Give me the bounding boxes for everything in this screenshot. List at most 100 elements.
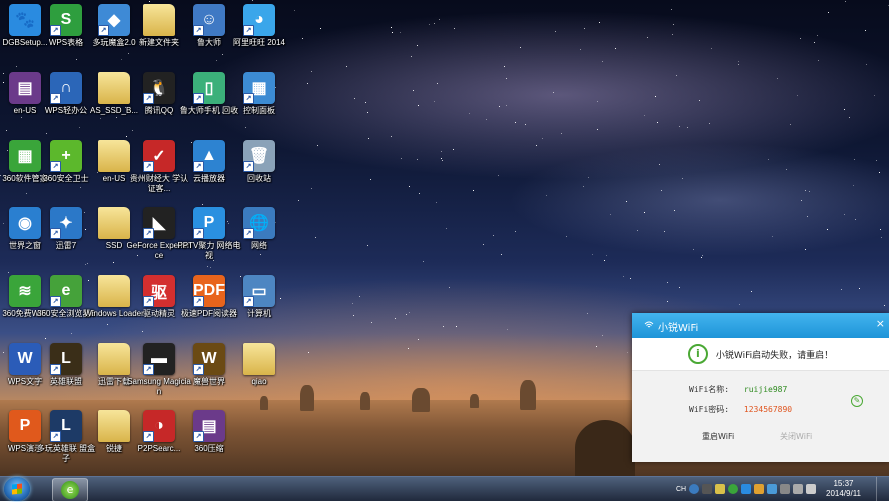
star <box>702 254 704 256</box>
rock-pinnacle <box>470 394 479 408</box>
star <box>806 215 808 217</box>
star <box>315 236 317 238</box>
restart-wifi-button[interactable]: 重启WiFi <box>702 431 734 442</box>
star <box>627 352 629 354</box>
star <box>637 230 639 232</box>
app-icon: ◣ ↗ <box>143 207 175 239</box>
close-wifi-button[interactable]: 关闭WiFi <box>780 431 812 442</box>
volume-icon[interactable] <box>806 484 817 494</box>
edit-icon[interactable]: ✎ <box>851 395 863 407</box>
star <box>210 267 212 269</box>
shortcut-arrow-icon: ↗ <box>243 296 254 307</box>
star <box>259 253 261 255</box>
star <box>672 34 674 36</box>
star <box>866 63 868 65</box>
keyboard-icon[interactable] <box>702 484 713 494</box>
show-desktop-button[interactable] <box>876 477 889 501</box>
app-icon: 🌐 ↗ <box>243 207 275 239</box>
network-icon[interactable] <box>780 484 791 494</box>
star <box>141 331 143 333</box>
star <box>864 29 866 31</box>
app-icon: + ↗ <box>50 140 82 172</box>
wifi-password-value: 1234567890 <box>743 405 793 414</box>
star <box>554 31 556 33</box>
tray-app-icon[interactable] <box>767 484 778 494</box>
star <box>411 56 413 58</box>
app-icon: ▤ ↗ <box>193 410 225 442</box>
app-icon: e ↗ <box>50 275 82 307</box>
star <box>596 345 598 347</box>
close-icon[interactable]: × <box>876 317 885 330</box>
star <box>445 227 447 229</box>
app-icon: ▯ ↗ <box>193 72 225 104</box>
shortcut-arrow-icon: ↗ <box>193 296 204 307</box>
popup-body: WiFi名称: ruijie987 WiFi密码: 1234567890 ✎ 重… <box>632 371 889 462</box>
popup-message-row: i 小锐WiFi启动失败，请重启！ <box>632 338 889 371</box>
star <box>698 100 700 102</box>
popup-header: 小锐WiFi × <box>632 313 889 338</box>
star <box>7 272 9 274</box>
desktop-icon[interactable]: ▤ ↗ 360压缩 <box>176 410 242 454</box>
star <box>422 261 424 263</box>
star <box>659 164 661 166</box>
star <box>473 190 475 192</box>
star <box>587 176 589 178</box>
app-icon: ▬ ↗ <box>143 343 175 375</box>
star <box>840 288 842 290</box>
app-icon: ◕ ↗ <box>243 4 275 36</box>
star <box>252 0 254 1</box>
star <box>319 27 321 29</box>
app-icon: 🗑 ↗ <box>243 140 275 172</box>
desktop-icon[interactable]: ▦ ↗ 控制面板 <box>226 72 292 116</box>
rock-pinnacle <box>412 388 430 412</box>
shortcut-arrow-icon: ↗ <box>193 161 204 172</box>
desktop-icon[interactable]: ◕ ↗ 阿里旺旺 2014 <box>226 4 292 48</box>
star <box>345 66 347 68</box>
star <box>506 77 508 79</box>
360-tray-icon[interactable] <box>728 484 739 494</box>
clock[interactable]: 15:37 2014/9/11 <box>826 479 861 499</box>
star <box>629 277 631 279</box>
star <box>520 47 522 49</box>
warning-icon[interactable] <box>754 484 765 494</box>
tray-app-icon[interactable] <box>715 484 726 494</box>
star <box>121 59 123 61</box>
star <box>215 59 217 61</box>
star <box>506 105 508 107</box>
shortcut-arrow-icon: ↗ <box>50 25 61 36</box>
star <box>456 325 458 327</box>
star <box>614 48 616 50</box>
star <box>655 96 657 98</box>
info-icon: i <box>687 344 708 364</box>
desktop-icon[interactable]: qiao <box>226 343 292 387</box>
shortcut-arrow-icon: ↗ <box>143 431 154 442</box>
star <box>768 158 770 160</box>
flag-icon[interactable] <box>793 484 804 494</box>
star <box>583 186 585 188</box>
star <box>79 126 81 128</box>
star <box>605 254 607 256</box>
star <box>542 138 544 140</box>
star <box>591 253 593 255</box>
shortcut-arrow-icon: ↗ <box>143 296 154 307</box>
shortcut-arrow-icon: ↗ <box>98 25 109 36</box>
star <box>400 32 402 34</box>
star <box>503 65 505 67</box>
star <box>553 91 555 93</box>
desktop-icon[interactable]: ▭ ↗ 计算机 <box>226 275 292 319</box>
app-icon: PDF ↗ <box>193 275 225 307</box>
taskbar-360-browser[interactable]: e <box>52 478 88 502</box>
app-icon: ∩ ↗ <box>50 72 82 104</box>
star <box>805 248 807 250</box>
start-button[interactable] <box>4 477 30 501</box>
help-icon[interactable] <box>689 484 700 494</box>
star <box>853 159 855 161</box>
app-icon: L ↗ <box>50 410 82 442</box>
star <box>536 144 538 146</box>
star <box>222 53 224 55</box>
tray-app-icon[interactable] <box>741 484 752 494</box>
language-indicator[interactable]: CH <box>676 486 686 493</box>
desktop-icon[interactable]: 🌐 ↗ 网络 <box>226 207 292 251</box>
desktop-icon[interactable]: 🗑 ↗ 回收站 <box>226 140 292 184</box>
star <box>776 78 778 80</box>
